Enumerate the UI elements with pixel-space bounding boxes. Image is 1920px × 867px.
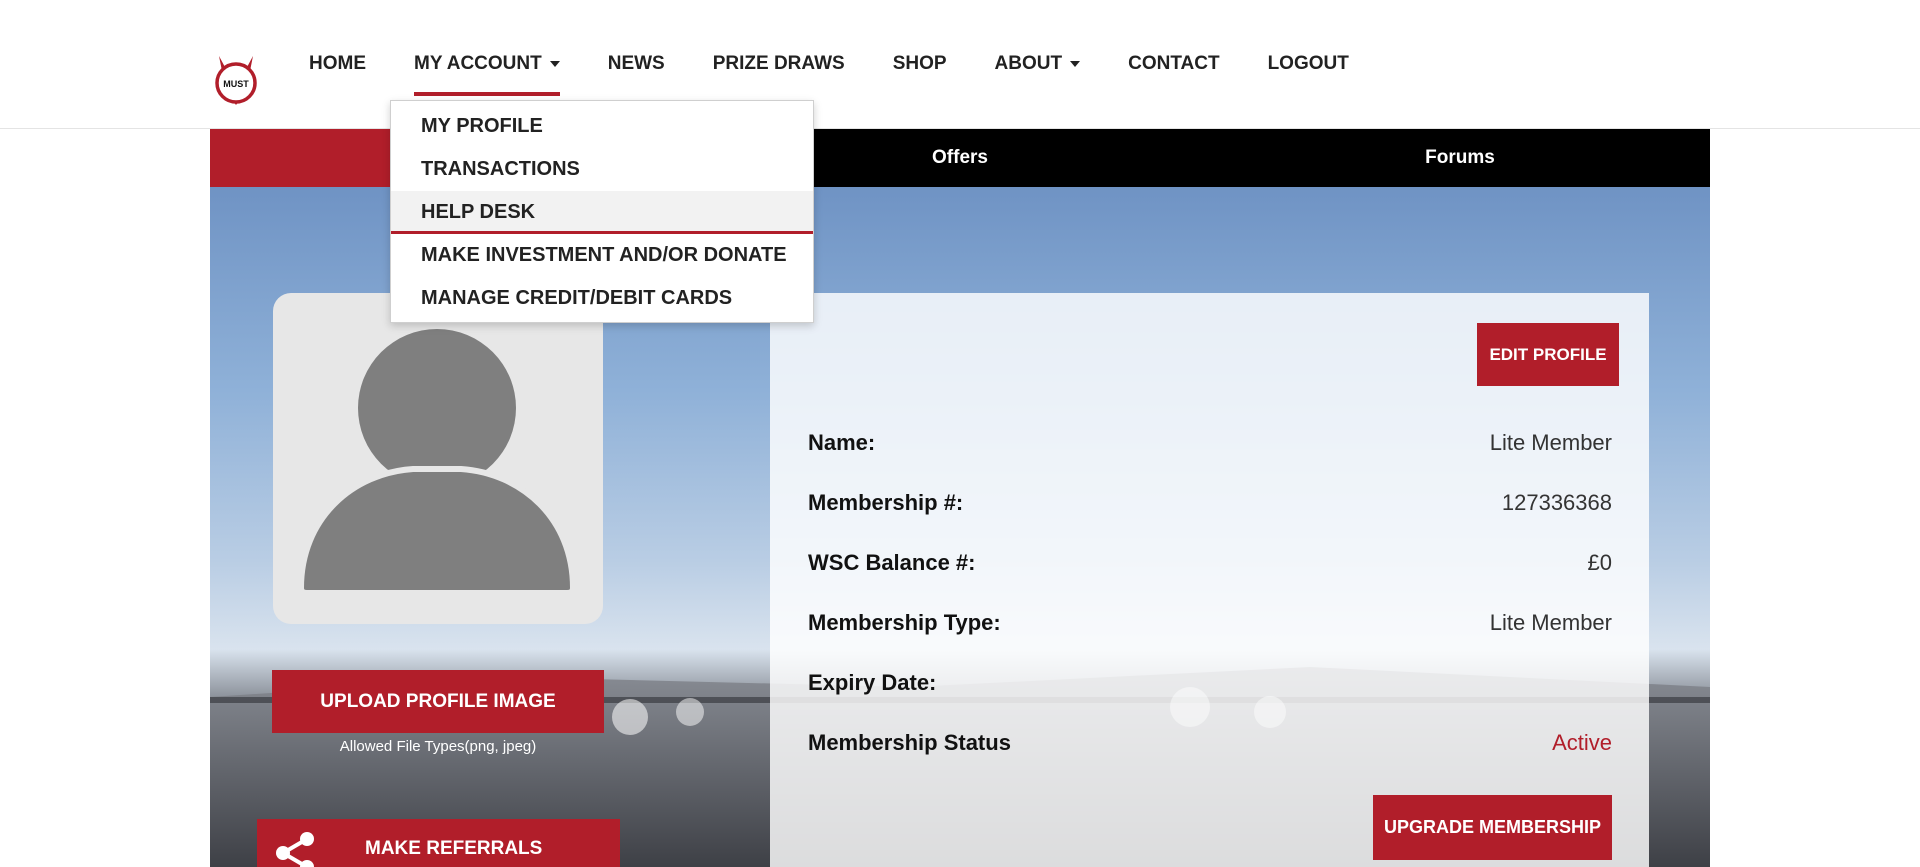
- nav-logout[interactable]: LOGOUT: [1254, 0, 1363, 128]
- field-label: Name:: [808, 430, 876, 455]
- caret-down-icon: [549, 61, 560, 67]
- profile-row-membership-status: Membership Status Active: [808, 730, 1612, 760]
- nav-home-label: HOME: [309, 53, 366, 74]
- nav-logout-label: LOGOUT: [1267, 53, 1349, 74]
- menu-item-help-desk[interactable]: HELP DESK: [391, 191, 813, 234]
- share-icon: [276, 832, 314, 867]
- field-value: Lite Member: [1489, 610, 1612, 635]
- menu-item-manage-cards[interactable]: MANAGE CREDIT/DEBIT CARDS: [391, 277, 813, 320]
- my-account-dropdown: MY PROFILE TRANSACTIONS HELP DESK MAKE I…: [390, 100, 814, 323]
- menu-item-make-investment[interactable]: MAKE INVESTMENT AND/OR DONATE: [391, 234, 813, 277]
- profile-row-name: Name: Lite Member: [808, 430, 1612, 460]
- logo-text: MUST: [223, 79, 249, 89]
- menu-item-transactions[interactable]: TRANSACTIONS: [391, 148, 813, 191]
- nav-prize-draws-label: PRIZE DRAWS: [712, 53, 845, 74]
- upload-profile-image-button[interactable]: UPLOAD PROFILE IMAGE: [272, 670, 604, 733]
- must-logo[interactable]: MUST: [213, 52, 259, 106]
- status-badge: Active: [1552, 730, 1612, 755]
- menu-item-my-profile[interactable]: MY PROFILE: [391, 105, 813, 148]
- field-value: 127336368: [1501, 490, 1612, 515]
- make-referrals-label: MAKE REFERRALS: [365, 838, 543, 859]
- field-label: Membership #:: [808, 490, 964, 515]
- edit-profile-button[interactable]: EDIT PROFILE: [1477, 323, 1619, 386]
- make-referrals-button[interactable]: MAKE REFERRALS: [257, 819, 620, 867]
- nav-home[interactable]: HOME: [295, 0, 380, 128]
- field-value: Lite Member: [1489, 430, 1612, 455]
- profile-details-panel: EDIT PROFILE Name: Lite Member Membershi…: [770, 293, 1649, 867]
- field-label: Expiry Date:: [808, 670, 937, 695]
- caret-down-icon: [1070, 61, 1081, 67]
- nav-shop[interactable]: SHOP: [879, 0, 961, 128]
- nav-contact-label: CONTACT: [1128, 53, 1220, 74]
- site-header: MUST HOME MY ACCOUNT NEWS PRIZE DRAWS SH…: [0, 0, 1920, 129]
- field-value: £0: [1587, 550, 1612, 575]
- avatar: [273, 293, 603, 624]
- profile-row-expiry-date: Expiry Date:: [808, 670, 1612, 700]
- profile-row-membership-type: Membership Type: Lite Member: [808, 610, 1612, 640]
- nav-about[interactable]: ABOUT: [981, 0, 1095, 128]
- nav-shop-label: SHOP: [892, 53, 947, 74]
- nav-news-label: NEWS: [607, 53, 665, 74]
- nav-my-account-label: MY ACCOUNT: [414, 53, 542, 74]
- profile-row-membership-number: Membership #: 127336368: [808, 490, 1612, 520]
- nav-about-label: ABOUT: [994, 53, 1063, 74]
- user-silhouette-icon: [297, 329, 577, 596]
- field-label: WSC Balance #:: [808, 550, 976, 575]
- profile-row-wsc-balance: WSC Balance #: £0: [808, 550, 1612, 580]
- field-label: Membership Status: [808, 730, 1011, 755]
- tab-forums[interactable]: Forums: [1210, 129, 1710, 187]
- allowed-file-types-note: Allowed File Types(png, jpeg): [339, 738, 537, 755]
- upgrade-membership-button[interactable]: UPGRADE MEMBERSHIP: [1373, 795, 1612, 860]
- nav-contact[interactable]: CONTACT: [1114, 0, 1233, 128]
- field-label: Membership Type:: [808, 610, 1001, 635]
